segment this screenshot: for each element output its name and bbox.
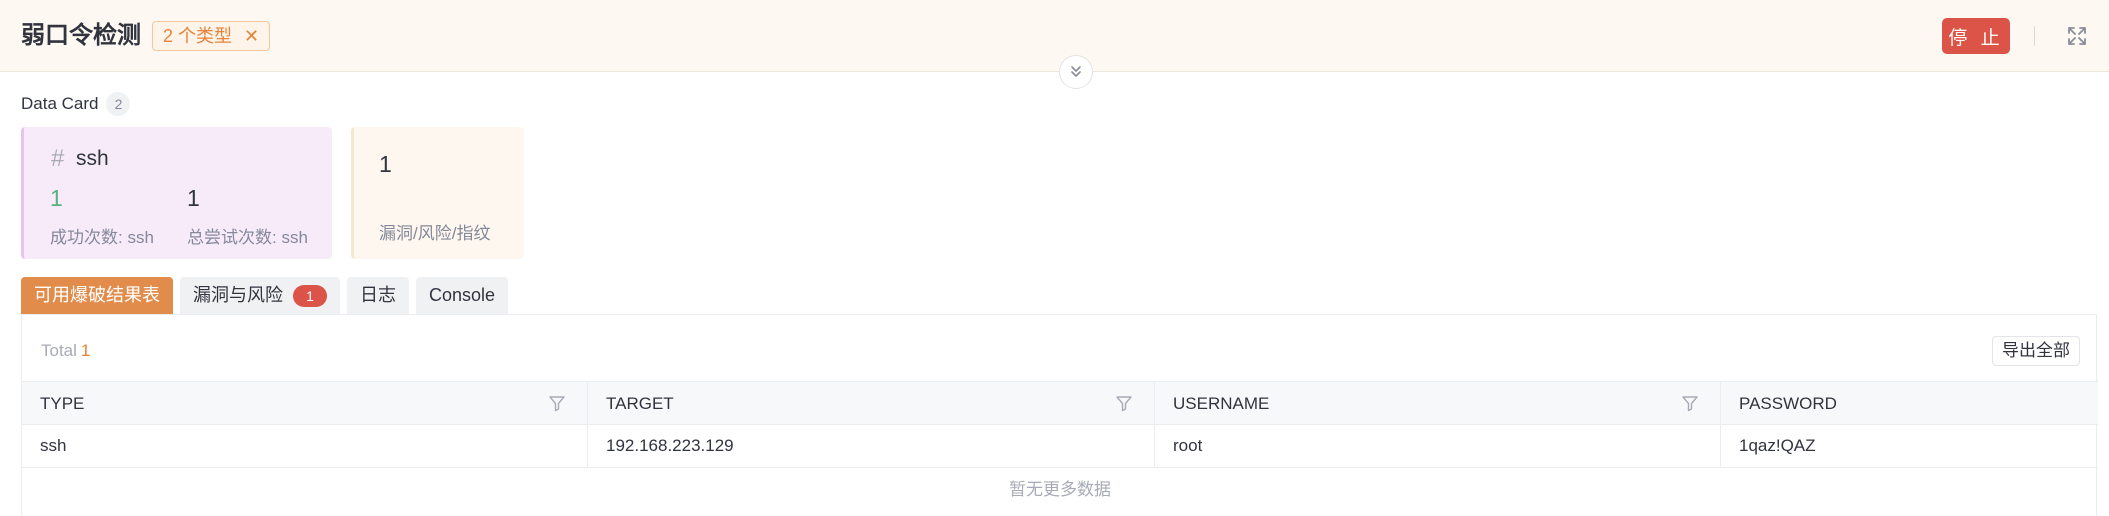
data-card-heading: Data Card 2 — [21, 92, 131, 116]
column-header-label: TYPE — [40, 394, 85, 413]
success-count-value: 1 — [50, 185, 63, 211]
total-value: 1 — [80, 341, 91, 360]
tab-label: Console — [429, 285, 496, 305]
cell-type: ssh — [22, 425, 588, 467]
result-tabs: 可用爆破结果表 漏洞与风险 1 日志 Console — [21, 277, 509, 314]
filter-icon[interactable] — [1680, 393, 1700, 413]
ssh-stat-card: # ssh 1 1 成功次数: ssh 总尝试次数: ssh — [21, 127, 332, 259]
table-row[interactable]: ssh 192.168.223.129 root 1qaz!QAZ — [22, 425, 2098, 468]
total-attempts-value: 1 — [187, 185, 200, 211]
collapse-toggle-button[interactable] — [1059, 55, 1093, 89]
header-divider — [2034, 26, 2035, 46]
total-label: Total — [41, 341, 77, 360]
type-count-tag: 2 个类型 ✕ — [152, 21, 271, 51]
tab-console[interactable]: Console — [416, 277, 509, 314]
total-count: Total 1 — [41, 341, 90, 361]
expand-icon[interactable] — [2065, 24, 2089, 48]
cell-target: 192.168.223.129 — [588, 425, 1155, 467]
type-count-label: 2 个类型 — [163, 26, 233, 46]
column-header-target: TARGET — [588, 382, 1155, 425]
data-card-title: Data Card — [21, 94, 99, 113]
export-all-button[interactable]: 导出全部 — [1992, 336, 2080, 366]
column-header-type: TYPE — [22, 382, 588, 425]
success-count-label: 成功次数: ssh — [50, 228, 154, 247]
column-header-password: PASSWORD — [1721, 382, 2098, 425]
filter-icon[interactable] — [547, 393, 567, 413]
column-header-label: TARGET — [606, 394, 674, 413]
hash-icon: # — [51, 145, 65, 172]
no-more-data-text: 暂无更多数据 — [1009, 480, 1111, 499]
results-panel: Total 1 导出全部 TYPE TARGET USERNAME PASSWOR… — [21, 314, 2098, 516]
cell-password: 1qaz!QAZ — [1739, 436, 1816, 455]
double-chevron-down-icon — [1071, 66, 1081, 77]
tab-vulns-risks[interactable]: 漏洞与风险 1 — [180, 277, 340, 314]
tab-log[interactable]: 日志 — [347, 277, 409, 314]
column-header-label: PASSWORD — [1739, 394, 1837, 413]
vuln-count-value: 1 — [379, 151, 392, 177]
close-icon[interactable]: ✕ — [244, 22, 259, 50]
ssh-card-name: ssh — [76, 147, 109, 170]
filter-icon[interactable] — [1114, 393, 1134, 413]
tab-brute-results[interactable]: 可用爆破结果表 — [21, 277, 173, 314]
page-header: 弱口令检测 2 个类型 ✕ 停 止 — [0, 0, 2109, 72]
column-header-label: USERNAME — [1173, 394, 1270, 413]
table-header: TYPE TARGET USERNAME PASSWORD — [22, 381, 2098, 425]
tab-label: 漏洞与风险 — [193, 285, 283, 305]
stop-button[interactable]: 停 止 — [1942, 18, 2010, 54]
column-header-username: USERNAME — [1155, 382, 1721, 425]
vuln-stat-card: 1 漏洞/风险/指纹 — [351, 127, 524, 259]
total-attempts-label: 总尝试次数: ssh — [187, 228, 308, 247]
tab-badge: 1 — [293, 284, 327, 307]
tab-label: 可用爆破结果表 — [34, 285, 160, 305]
tab-label: 日志 — [360, 285, 396, 305]
data-card-count: 2 — [106, 92, 131, 116]
cell-username: root — [1155, 425, 1721, 467]
vuln-count-label: 漏洞/风险/指纹 — [379, 224, 491, 243]
page-title: 弱口令检测 — [21, 22, 141, 49]
